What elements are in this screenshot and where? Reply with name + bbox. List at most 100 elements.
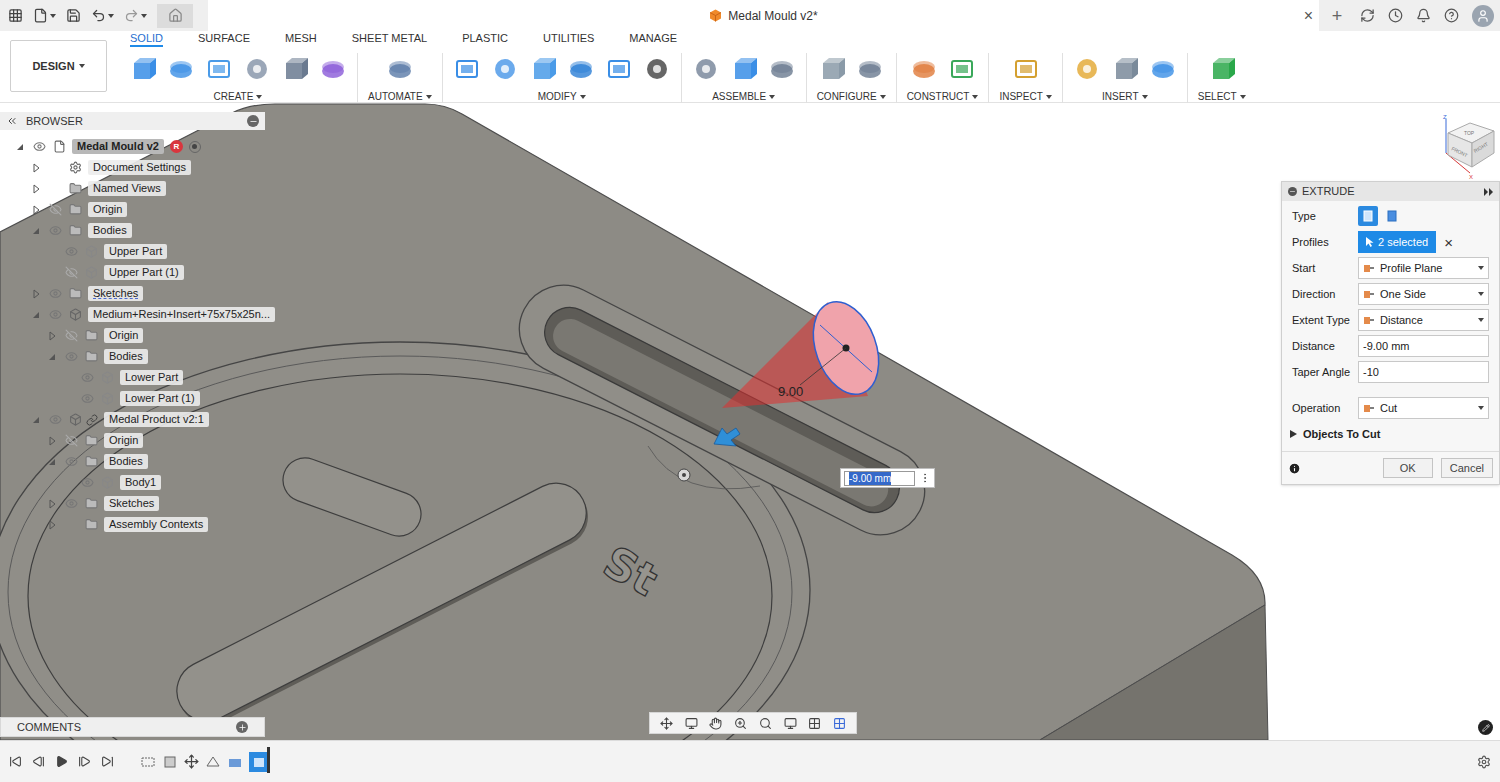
eye-icon[interactable] (49, 287, 62, 300)
look-at-icon[interactable] (685, 717, 698, 730)
group-arrow-icon[interactable] (972, 95, 978, 99)
group-arrow-icon[interactable] (256, 95, 262, 99)
dialog-header[interactable]: EXTRUDE (1282, 182, 1499, 201)
workspace-switcher[interactable]: DESIGN (10, 40, 107, 92)
orbit-icon[interactable] (660, 717, 673, 730)
browser-item-label[interactable]: Lower Part (1) (120, 391, 200, 406)
first-step-icon[interactable] (9, 755, 22, 768)
tool-icon[interactable] (529, 55, 557, 83)
tool-icon[interactable] (386, 55, 414, 83)
close-tab-button[interactable]: × (1304, 8, 1313, 24)
browser-item-label[interactable]: Medal Mould v2 (72, 139, 164, 154)
value-input[interactable]: -9.00 mm (1358, 335, 1489, 357)
eye-icon[interactable] (65, 455, 78, 468)
dialog-button[interactable]: OK (1383, 458, 1433, 478)
minimize-button[interactable] (247, 115, 259, 127)
timeline[interactable] (140, 752, 269, 772)
play-icon[interactable] (55, 755, 68, 768)
collapsed-icon[interactable] (47, 436, 57, 446)
tool-group-label[interactable]: CONFIGURE (817, 89, 886, 104)
eye-hidden-icon[interactable] (65, 329, 78, 342)
help-icon[interactable] (1444, 8, 1459, 23)
expanded-icon[interactable] (15, 142, 25, 152)
dropdown-arrow-icon[interactable] (1478, 266, 1484, 270)
browser-item[interactable]: Bodies (0, 346, 265, 367)
group-arrow-icon[interactable] (769, 95, 775, 99)
group-arrow-icon[interactable] (580, 95, 586, 99)
undo-icon[interactable] (91, 8, 106, 23)
group-arrow-icon[interactable] (880, 95, 886, 99)
tool-icon[interactable] (205, 55, 233, 83)
add-comment-button[interactable] (236, 721, 248, 733)
collapsed-icon[interactable] (31, 289, 41, 299)
browser-item[interactable]: Upper Part (0, 241, 265, 262)
tool-icon[interactable] (491, 55, 519, 83)
dropdown[interactable]: One Side (1358, 283, 1489, 305)
group-arrow-icon[interactable] (426, 95, 432, 99)
direction-arrow-icon[interactable] (714, 428, 740, 446)
expanded-icon[interactable] (47, 457, 57, 467)
job-status-icon[interactable] (1388, 8, 1403, 23)
browser-item-label[interactable]: Named Views (88, 181, 166, 196)
expanded-icon[interactable] (31, 310, 41, 320)
collapsed-icon[interactable] (31, 163, 41, 173)
last-step-icon[interactable] (101, 755, 114, 768)
dropdown-arrow-icon[interactable] (1478, 318, 1484, 322)
tool-icon[interactable] (1012, 55, 1040, 83)
digit-one[interactable] (167, 452, 599, 735)
tool-icon[interactable] (1149, 55, 1177, 83)
browser-item-label[interactable]: Sketches (88, 286, 143, 301)
display-settings-icon[interactable] (784, 717, 797, 730)
tool-icon[interactable] (129, 55, 157, 83)
timeline-marker[interactable] (267, 747, 270, 773)
browser-item[interactable]: Upper Part (1) (0, 262, 265, 283)
file-menu-arrow-icon[interactable] (50, 14, 56, 18)
browser-item[interactable]: Bodies (0, 451, 265, 472)
browser-item[interactable]: Bodies (0, 220, 265, 241)
tool-icon[interactable] (1111, 55, 1139, 83)
expanded-icon[interactable] (31, 415, 41, 425)
browser-item-label[interactable]: Document Settings (88, 160, 191, 175)
tool-icon[interactable] (692, 55, 720, 83)
collapsed-icon[interactable] (31, 205, 41, 215)
tool-group-label[interactable]: INSERT (1102, 89, 1148, 104)
value-input[interactable]: -10 (1358, 361, 1489, 383)
toolbar-tab[interactable]: SHEET METAL (352, 31, 427, 47)
browser-item[interactable]: Sketches (0, 493, 265, 514)
type-option[interactable] (1358, 206, 1378, 226)
collapse-dialog-button[interactable] (1288, 187, 1297, 196)
more-icon[interactable] (919, 472, 931, 484)
browser-item-label[interactable]: Sketches (104, 496, 159, 511)
toolbar-tab[interactable]: SURFACE (198, 31, 250, 47)
dropdown-arrow-icon[interactable] (1478, 406, 1484, 410)
sync-icon[interactable] (1360, 8, 1375, 23)
eye-hidden-icon[interactable] (49, 203, 62, 216)
browser-item-label[interactable]: Assembly Contexts (104, 517, 208, 532)
eye-icon[interactable] (33, 140, 46, 153)
home-button[interactable] (157, 4, 193, 28)
apps-icon[interactable] (8, 8, 23, 23)
browser-item[interactable]: Medium+Resin+Insert+75x75x25n... (0, 304, 265, 325)
viewports-icon[interactable] (833, 717, 846, 730)
workspace-arrow-icon[interactable] (79, 64, 85, 68)
tool-icon[interactable] (643, 55, 671, 83)
tool-icon[interactable] (768, 55, 796, 83)
selection-button[interactable]: 2 selected (1358, 231, 1436, 254)
comments-panel[interactable]: COMMENTS (0, 717, 265, 737)
browser-item-label[interactable]: Upper Part (1) (104, 265, 184, 280)
tool-icon[interactable] (1073, 55, 1101, 83)
tool-icon[interactable] (167, 55, 195, 83)
dropdown[interactable]: Profile Plane (1358, 257, 1489, 279)
grid-icon[interactable] (808, 717, 821, 730)
browser-item-label[interactable]: Bodies (104, 349, 148, 364)
type-option[interactable] (1382, 206, 1402, 226)
eye-icon[interactable] (49, 413, 62, 426)
tool-group-label[interactable]: INSPECT (999, 89, 1051, 104)
fit-icon[interactable] (759, 717, 772, 730)
toolbar-tab[interactable]: PLASTIC (462, 31, 508, 47)
redo-arrow-icon[interactable] (141, 14, 147, 18)
view-cube[interactable]: ZXTOPFRONTRIGHT (1436, 113, 1498, 179)
zoom-icon[interactable] (734, 717, 747, 730)
eye-icon[interactable] (49, 308, 62, 321)
browser-item[interactable]: Lower Part (0, 367, 265, 388)
